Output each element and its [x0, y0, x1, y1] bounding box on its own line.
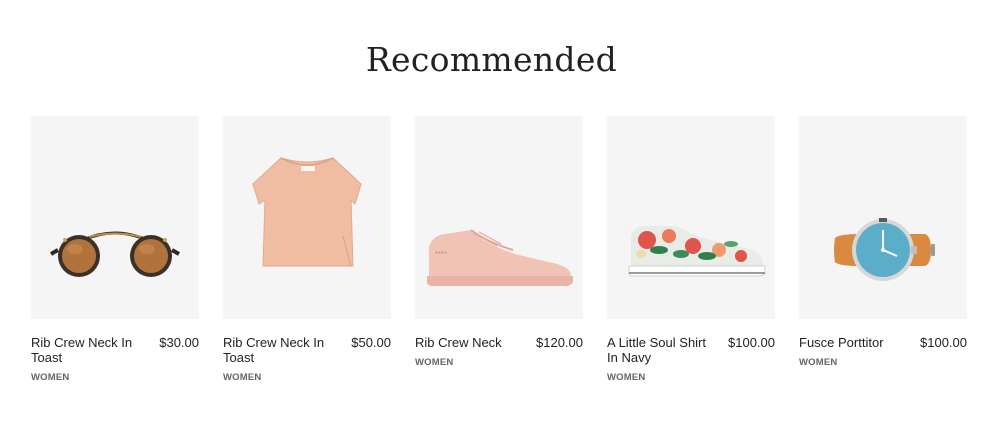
- product-image[interactable]: [799, 116, 967, 319]
- product-name[interactable]: Rib Crew Neck: [415, 335, 528, 350]
- floral-sneaker-icon: [628, 226, 766, 277]
- product-image[interactable]: [607, 116, 775, 319]
- product-name[interactable]: Fusce Porttitor: [799, 335, 912, 350]
- product-name[interactable]: Rib Crew Neck In Toast: [31, 335, 151, 365]
- product-price: $30.00: [159, 335, 199, 350]
- product-image[interactable]: [31, 116, 199, 319]
- pink-top-icon: [252, 157, 362, 267]
- product-card: ●●●● Rib Crew Neck $120.00 WOMEN: [415, 116, 583, 383]
- product-price: $120.00: [536, 335, 583, 350]
- product-card: A Little Soul Shirt In Navy $100.00 WOME…: [607, 116, 775, 383]
- product-name[interactable]: A Little Soul Shirt In Navy: [607, 335, 720, 365]
- product-name[interactable]: Rib Crew Neck In Toast: [223, 335, 343, 365]
- product-card: Rib Crew Neck In Toast $50.00 WOMEN: [223, 116, 391, 383]
- product-card: Rib Crew Neck In Toast $30.00 WOMEN: [31, 116, 199, 383]
- sunglasses-icon: [50, 231, 180, 277]
- svg-text:●●●●: ●●●●: [435, 250, 447, 256]
- product-card: Fusce Porttitor $100.00 WOMEN: [799, 116, 967, 383]
- product-price: $100.00: [728, 335, 775, 350]
- product-category[interactable]: WOMEN: [799, 357, 967, 368]
- section-title: Recommended: [365, 40, 618, 79]
- product-price: $50.00: [351, 335, 391, 350]
- product-category[interactable]: WOMEN: [607, 372, 775, 383]
- pink-sneaker-icon: ●●●●: [427, 229, 573, 286]
- product-grid: Rib Crew Neck In Toast $30.00 WOMEN Rib …: [31, 116, 967, 383]
- product-category[interactable]: WOMEN: [415, 357, 583, 368]
- wristwatch-icon: [834, 218, 935, 281]
- product-category[interactable]: WOMEN: [223, 372, 391, 383]
- product-category[interactable]: WOMEN: [31, 372, 199, 383]
- product-image[interactable]: [223, 116, 391, 319]
- product-price: $100.00: [920, 335, 967, 350]
- product-image[interactable]: ●●●●: [415, 116, 583, 319]
